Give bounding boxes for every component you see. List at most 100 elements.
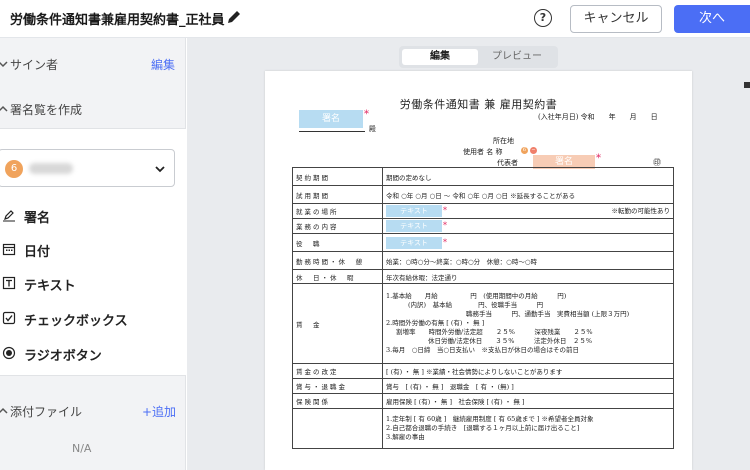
row-header: 就業の場所 [292,203,383,219]
hire-date-line: (入社年月日) 令和 年 月 日 [538,113,658,121]
required-star-icon: * [443,221,447,230]
workplace-note: ※転勤の可能性あり [611,207,671,215]
field-label: 日付 [24,245,51,260]
signer-marker-icon: − [530,147,537,154]
field-label: テキスト [24,279,76,294]
honorific-text: 殿 [369,125,376,133]
create-signature-label: 署名覧を作成 [10,103,83,117]
attachments-empty-value: N/A [72,442,92,455]
document-page: 労働条件通知書 兼 雇用契約書 (入社年月日) 令和 年 月 日 署名 * 殿 … [265,71,692,470]
wage-line: (内訳) 基本給 円、役職手当 円 [408,301,544,309]
required-star-icon: * [443,206,447,215]
table-row: 賃金の改定 [ (有) ・ 無 ] ※業績・社会情勢によりしないことがあります [292,363,674,379]
row-value: 年次有給休暇：法定通り [382,269,674,284]
add-attachment-link[interactable]: +追加 [142,403,176,420]
table-row: 試用期間 令和 ○年 ○月 ○日 ～ 令和 ○年 ○月 ○日 ※延長することがあ… [292,185,674,204]
help-icon[interactable]: ? [534,9,552,27]
address-label: 所在地 [493,137,514,145]
field-label: ラジオボタン [24,349,102,364]
row-header: 役 職 [292,233,383,252]
tab-edit[interactable]: 編集 [402,49,478,65]
attachments-label: 添付ファイル [10,405,83,419]
row-header: 賞与・退職金 [292,378,383,394]
radio-button-icon [2,346,16,360]
wage-line: 3.毎月 ○日締 当○日支払い ※支払日が休日の場合はその前日 [386,346,580,354]
wage-line: 割増率 時間外労働/法定超 ２５% 深夜残業 ２５% [396,328,593,336]
row-header: 業務の内容 [292,218,383,234]
row-value: 期間の定めなし [382,167,674,186]
row-header: 賃金の改定 [292,363,383,379]
field-signature[interactable]: 署名 [0,206,186,226]
signer-avatar: 6 [5,160,23,178]
table-row: 業務の内容 テキスト * [292,218,674,234]
row-value: テキスト * [382,233,674,252]
workplace-text-field[interactable]: テキスト [386,205,442,217]
wage-line: 2.時間外労働の有無 [ (有) ・ 無 ] [386,319,485,327]
contract-terms-table: 契約期間 期間の定めなし 試用期間 令和 ○年 ○月 ○日 ～ 令和 ○年 ○月… [292,167,674,449]
chevron-down-icon [155,166,165,173]
field-label: 署名 [24,211,51,226]
field-checkbox[interactable]: チェックボックス [0,309,186,329]
row-value: 令和 ○年 ○月 ○日 ～ 令和 ○年 ○月 ○日 ※延長することがある [382,185,674,204]
signer-name-redacted [29,163,73,174]
table-row: 賞与・退職金 賞与 [ (有) ・ 無 ] 退職金 [ 有 ・ (無) ] [292,378,674,394]
row-value: 賞与 [ (有) ・ 無 ] 退職金 [ 有 ・ (無) ] [382,378,674,394]
row-header: 勤務時間・休 憩 [292,251,383,270]
calendar-icon [2,243,16,256]
top-bar: 労働条件通知書兼雇用契約書_正社員 ? キャンセル 次へ [0,0,750,38]
table-row: 就業の場所 テキスト * ※転勤の可能性あり [292,203,674,219]
retire-line: 1.定年制 [ 有 60歳 ] 継続雇用制度 [ 有 65歳まで ] ※希望者全… [386,415,594,423]
view-toggle: 編集 プレビュー [399,46,558,68]
text-field-icon [2,276,16,290]
row-value: 雇用保険 [ (有) ・ 無 ] 社会保険 [ (有) ・ 無 ] [382,393,674,409]
row-value: 始業：○時○分～終業：○時○分 休憩：○時～○時 [382,251,674,270]
table-row: 賃 金 1.基本給 月給 円 (使用期間中の月給 円) (内訳) 基本給 円、役… [292,283,674,364]
row-value: 1.基本給 月給 円 (使用期間中の月給 円) (内訳) 基本給 円、役職手当 … [382,283,674,364]
edit-signers-link[interactable]: 編集 [151,56,175,73]
signer-marker-icon: 6 [521,147,528,154]
table-row: 休 日・休 暇 年次有給休暇：法定通り [292,269,674,284]
required-star-icon: * [364,109,369,120]
row-value: テキスト * ※転勤の可能性あり [382,203,674,219]
position-text-field[interactable]: テキスト [386,236,442,249]
table-row: 勤務時間・休 憩 始業：○時○分～終業：○時○分 休憩：○時～○時 [292,251,674,270]
employee-signature-field[interactable]: 署名 [299,110,363,128]
signature-underline [299,131,365,132]
sidebar: サイン者 編集 署名覧を作成 6 署名 日付 テキスト チェックボックス ラジオ… [0,38,186,470]
retire-line: 2.自己都合退職の手続き [退職する１ヶ月以上前に届け出ること] [386,424,580,432]
row-header [292,408,383,449]
row-header: 保険関係 [292,393,383,409]
table-row: 契約期間 期間の定めなし [292,167,674,186]
chevron-up-icon [0,407,8,414]
signers-label: サイン者 [10,58,59,72]
field-radio[interactable]: ラジオボタン [0,344,186,364]
row-header: 契約期間 [292,167,383,186]
row-header: 試用期間 [292,185,383,204]
row-header: 賃 金 [292,283,383,364]
document-title: 労働条件通知書兼雇用契約書_正社員 [10,13,225,28]
signer-select[interactable]: 6 [0,149,175,187]
wage-line: 職務手当 円、通勤手当 実費相当額 (上限３万円) [466,310,630,318]
signature-pen-icon [3,210,15,222]
row-header: 休 日・休 暇 [292,269,383,284]
pencil-edit-icon[interactable] [226,9,242,25]
tab-preview[interactable]: プレビュー [479,49,555,65]
document-canvas: 編集 プレビュー 労働条件通知書 兼 雇用契約書 (入社年月日) 令和 年 月 … [187,38,750,470]
cancel-button[interactable]: キャンセル [570,5,662,33]
table-row: 1.定年制 [ 有 60歳 ] 継続雇用制度 [ 有 65歳まで ] ※希望者全… [292,408,674,449]
next-button[interactable]: 次へ [674,5,750,33]
panel-handle-icon[interactable] [744,82,750,88]
field-text[interactable]: テキスト [0,274,186,294]
employer-name-label: 使用者 名 称 [463,148,503,156]
table-row: 保険関係 雇用保険 [ (有) ・ 無 ] 社会保険 [ (有) ・ 無 ] [292,393,674,409]
chevron-down-icon [0,61,8,68]
required-star-icon: * [443,237,447,247]
duties-text-field[interactable]: テキスト [386,220,442,232]
retire-line: 3.解雇の事由 [386,433,425,441]
table-row: 役 職 テキスト * [292,233,674,252]
wage-line: 休日労働/法定休日 ３５% 法定外休日 ２５% [428,337,593,345]
row-value: [ (有) ・ 無 ] ※業績・社会情勢によりしないことがあります [382,363,674,379]
field-date[interactable]: 日付 [0,240,186,260]
checkbox-icon [2,311,16,325]
row-value: テキスト * [382,218,674,234]
